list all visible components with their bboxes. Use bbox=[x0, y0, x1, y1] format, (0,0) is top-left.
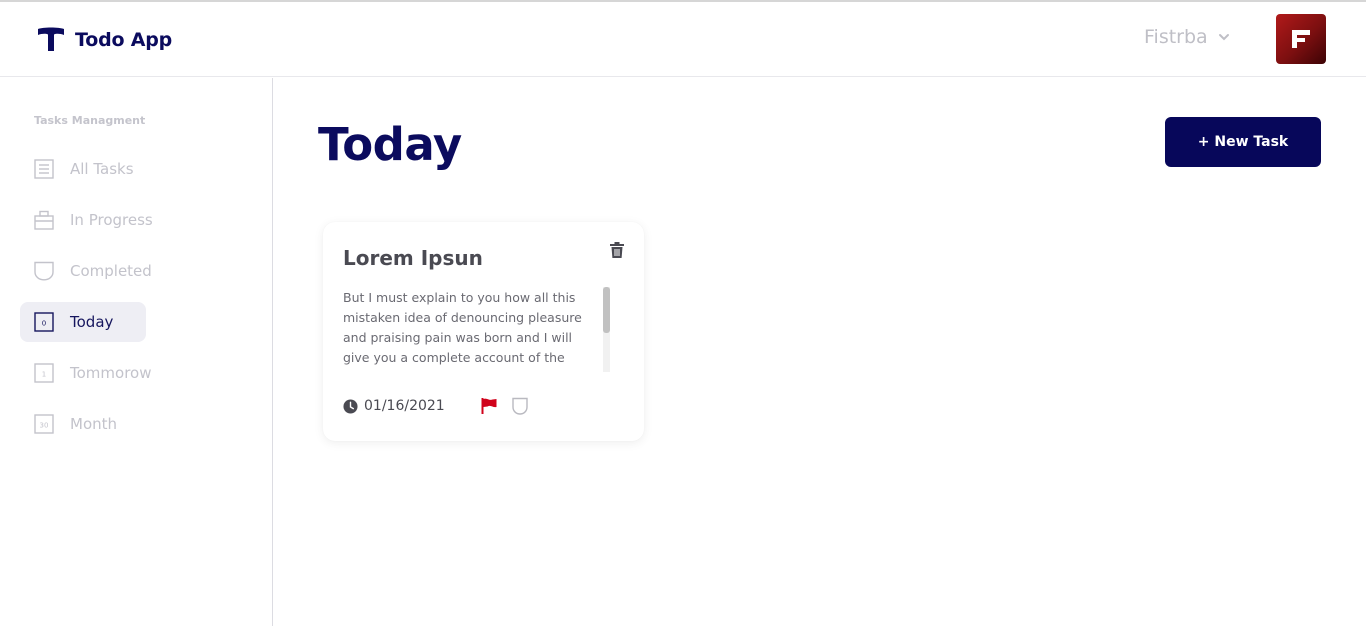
app-logo-icon bbox=[38, 27, 64, 51]
description-scrollbar[interactable] bbox=[603, 287, 610, 372]
task-card: Lorem Ipsun But I must explain to you ho… bbox=[323, 222, 644, 441]
avatar-logo-icon bbox=[1292, 30, 1310, 48]
sidebar-item-all-tasks[interactable]: All Tasks bbox=[20, 149, 146, 189]
sidebar-item-today[interactable]: 0 Today bbox=[20, 302, 146, 342]
sidebar-item-label: Month bbox=[70, 415, 118, 433]
shield-icon bbox=[34, 261, 54, 281]
app-header: Todo App Fistrba bbox=[0, 2, 1366, 77]
avatar[interactable] bbox=[1276, 14, 1326, 64]
calendar-icon: 1 bbox=[34, 363, 54, 383]
new-task-button[interactable]: + New Task bbox=[1165, 117, 1321, 167]
trash-icon[interactable] bbox=[608, 241, 626, 259]
sidebar-nav: All Tasks In Progress Completed 0 Today bbox=[20, 149, 260, 455]
sidebar-item-label: In Progress bbox=[70, 211, 153, 229]
calendar-badge: 1 bbox=[42, 370, 46, 378]
scrollbar-thumb[interactable] bbox=[603, 287, 610, 333]
sidebar-item-tomorrow[interactable]: 1 Tommorow bbox=[20, 353, 151, 393]
calendar-icon: 30 bbox=[34, 414, 54, 434]
flag-icon[interactable] bbox=[480, 397, 498, 415]
sidebar-item-label: Completed bbox=[70, 262, 152, 280]
task-description[interactable]: But I must explain to you how all this m… bbox=[343, 288, 595, 372]
sidebar-item-label: Tommorow bbox=[70, 364, 152, 382]
user-name: Fistrba bbox=[1144, 26, 1208, 48]
task-date: 01/16/2021 bbox=[364, 398, 445, 414]
sidebar: Tasks Managment All Tasks In Progress Co… bbox=[0, 78, 273, 626]
app-name: Todo App bbox=[75, 29, 173, 51]
task-title: Lorem Ipsun bbox=[343, 246, 483, 270]
sidebar-item-month[interactable]: 30 Month bbox=[20, 404, 146, 444]
calendar-icon: 0 bbox=[34, 312, 54, 332]
calendar-badge: 30 bbox=[40, 421, 49, 429]
page-title: Today bbox=[318, 118, 462, 171]
task-footer: 01/16/2021 bbox=[343, 397, 528, 415]
sidebar-item-label: All Tasks bbox=[70, 160, 134, 178]
brand[interactable]: Todo App bbox=[37, 26, 172, 54]
user-menu[interactable]: Fistrba bbox=[1144, 26, 1230, 48]
sidebar-item-label: Today bbox=[70, 313, 114, 331]
sidebar-item-completed[interactable]: Completed bbox=[20, 251, 152, 291]
briefcase-icon bbox=[34, 210, 54, 230]
shield-icon[interactable] bbox=[512, 397, 528, 415]
clock-icon bbox=[343, 398, 358, 414]
list-icon bbox=[34, 159, 54, 179]
chevron-down-icon bbox=[1218, 34, 1229, 41]
sidebar-heading: Tasks Managment bbox=[34, 114, 146, 127]
calendar-badge: 0 bbox=[42, 319, 46, 327]
sidebar-item-in-progress[interactable]: In Progress bbox=[20, 200, 153, 240]
